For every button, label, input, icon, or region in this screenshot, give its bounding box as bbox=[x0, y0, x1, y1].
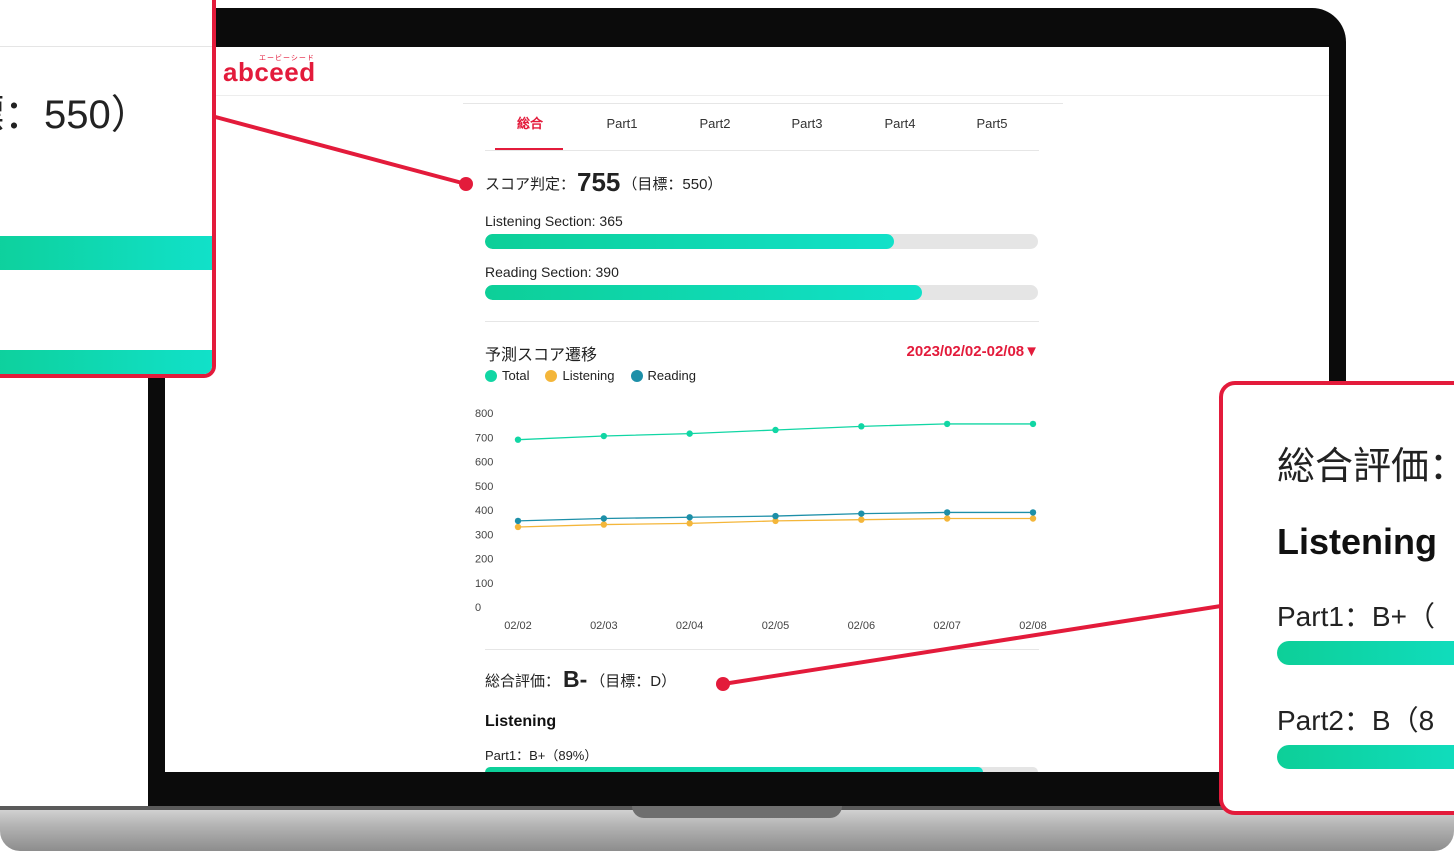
y-tick-label: 0 bbox=[475, 602, 481, 614]
data-point-reading bbox=[772, 512, 779, 520]
callout-part1-label: Part1：B+（ bbox=[1277, 601, 1435, 632]
data-point-listening bbox=[600, 521, 608, 528]
tab-overall[interactable]: 総合 bbox=[495, 110, 565, 150]
tab-part4[interactable]: Part4 bbox=[865, 110, 935, 150]
divider bbox=[485, 649, 1039, 650]
evaluation-target: （目標：D） bbox=[590, 673, 677, 690]
callout-evaluation-label: 総合評価： bbox=[1277, 446, 1454, 488]
score-judgement: スコア判定：755 （目標：550） bbox=[485, 167, 722, 198]
data-point-listening bbox=[514, 523, 522, 531]
x-tick-label: 02/03 bbox=[590, 620, 618, 632]
score-panel: 総合 Part1 Part2 Part3 Part4 Part5 スコア判定：7… bbox=[463, 103, 1063, 772]
tab-part5[interactable]: Part5 bbox=[957, 110, 1027, 150]
callout-listening-heading: Listening bbox=[1277, 521, 1437, 562]
callout-reading-bar bbox=[0, 350, 212, 374]
callout-listening-bar bbox=[0, 236, 212, 270]
y-tick-label: 500 bbox=[475, 481, 493, 493]
part1-bar bbox=[485, 767, 1038, 772]
x-tick-label: 02/04 bbox=[676, 620, 704, 632]
date-range-selector[interactable]: 2023/02/02-02/08▼ bbox=[907, 343, 1039, 360]
zoom-callout-score: 標：550） bbox=[0, 0, 216, 378]
score-value: 755 bbox=[577, 167, 621, 197]
listening-section-label: Listening Section: 365 bbox=[485, 213, 623, 229]
app-header: エービーシード abceed bbox=[165, 47, 1329, 96]
legend-dot-total bbox=[485, 369, 497, 382]
y-tick-label: 600 bbox=[475, 457, 493, 469]
data-point-listening bbox=[1029, 515, 1037, 522]
data-point-total bbox=[600, 432, 608, 440]
x-tick-label: 02/08 bbox=[1019, 620, 1047, 632]
laptop-notch bbox=[632, 806, 842, 818]
chart-title: 予測スコア遷移 bbox=[485, 347, 598, 364]
y-tick-label: 300 bbox=[475, 529, 493, 541]
listening-section-bar bbox=[485, 234, 1038, 249]
legend-label-listening: Listening bbox=[562, 368, 615, 383]
y-tick-label: 400 bbox=[475, 505, 493, 517]
y-tick-label: 800 bbox=[475, 408, 493, 420]
legend-label-reading: Reading bbox=[647, 368, 696, 383]
listening-section-fill bbox=[485, 234, 895, 249]
data-point-reading bbox=[600, 515, 608, 522]
callout-tab-bar bbox=[0, 4, 212, 47]
reading-section-label: Reading Section: 390 bbox=[485, 264, 619, 280]
legend-item-total: Total bbox=[485, 368, 529, 383]
x-tick-label: 02/02 bbox=[504, 620, 532, 632]
data-point-reading bbox=[686, 514, 693, 521]
panel-top-border bbox=[463, 103, 1063, 104]
x-tick-label: 02/05 bbox=[762, 620, 790, 632]
evaluation-grade: B- bbox=[563, 666, 588, 692]
chart-legend: Total Listening Reading bbox=[485, 368, 696, 383]
abceed-logo[interactable]: abceed bbox=[223, 57, 316, 88]
legend-label-total: Total bbox=[502, 368, 530, 383]
laptop-screen: エービーシード abceed 総合 Part1 Part2 Part3 Part… bbox=[165, 47, 1329, 772]
data-point-listening bbox=[686, 520, 693, 527]
data-point-reading bbox=[514, 517, 522, 525]
data-point-total bbox=[686, 430, 693, 437]
callout-part2-bar bbox=[1277, 745, 1454, 769]
data-point-listening bbox=[943, 515, 951, 522]
evaluation-label: 総合評価： bbox=[485, 673, 561, 690]
score-trend-chart: 0 100 200 300 400 500 600 700 800 02/02 02/03 02/04… bbox=[475, 408, 1047, 632]
data-point-reading bbox=[1029, 509, 1037, 516]
tab-bar: 総合 Part1 Part2 Part3 Part4 Part5 bbox=[485, 110, 1039, 151]
y-tick-label: 700 bbox=[475, 432, 493, 444]
score-target: （目標：550） bbox=[622, 176, 723, 193]
active-tab-indicator bbox=[495, 148, 563, 150]
data-point-total bbox=[1029, 420, 1037, 428]
data-point-total bbox=[943, 420, 951, 428]
legend-dot-listening bbox=[545, 369, 558, 382]
overall-evaluation: 総合評価： B- （目標：D） bbox=[485, 666, 676, 693]
zoom-callout-evaluation: 総合評価： Listening Part1：B+（ Part2：B（8 bbox=[1219, 381, 1454, 815]
part1-label: Part1：B+（89%） bbox=[485, 748, 598, 763]
legend-item-listening: Listening bbox=[545, 368, 615, 383]
y-tick-label: 200 bbox=[475, 554, 493, 566]
reading-section-fill bbox=[485, 285, 922, 300]
listening-heading: Listening bbox=[485, 713, 557, 730]
callout-part1-bar bbox=[1277, 641, 1454, 665]
data-point-reading bbox=[943, 509, 951, 516]
x-tick-label: 02/07 bbox=[933, 620, 961, 632]
data-point-reading bbox=[858, 510, 865, 517]
legend-item-reading: Reading bbox=[630, 368, 696, 383]
y-tick-label: 100 bbox=[475, 578, 493, 590]
data-point-listening bbox=[858, 516, 865, 523]
part1-fill bbox=[485, 767, 983, 772]
data-point-total bbox=[772, 426, 779, 434]
divider bbox=[485, 321, 1039, 322]
tab-part2[interactable]: Part2 bbox=[680, 110, 750, 150]
data-point-total bbox=[858, 423, 865, 430]
data-point-total bbox=[514, 436, 522, 443]
x-tick-label: 02/06 bbox=[848, 620, 876, 632]
callout-score-target: 標：550） bbox=[0, 93, 151, 137]
tab-part1[interactable]: Part1 bbox=[587, 110, 657, 150]
callout-part2-label: Part2：B（8 bbox=[1277, 705, 1435, 736]
reading-section-bar bbox=[485, 285, 1038, 300]
legend-dot-reading bbox=[630, 369, 643, 382]
score-label: スコア判定： bbox=[485, 176, 576, 193]
tab-part3[interactable]: Part3 bbox=[772, 110, 842, 150]
